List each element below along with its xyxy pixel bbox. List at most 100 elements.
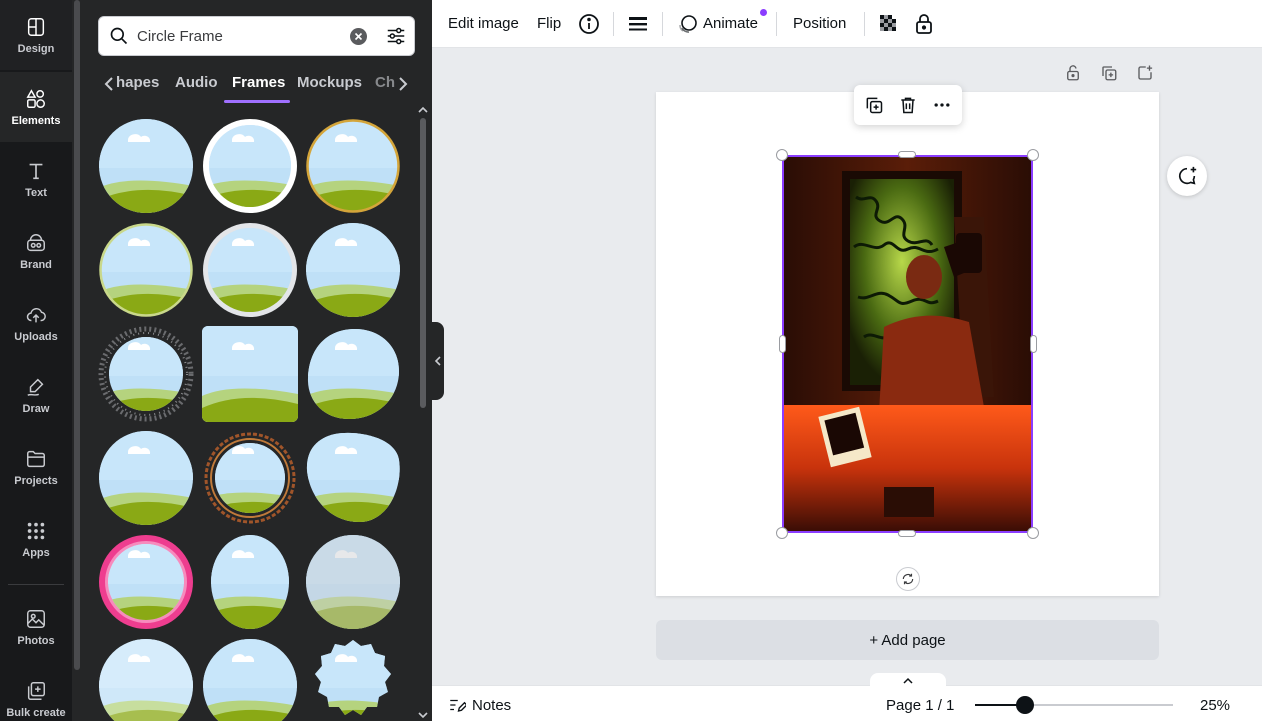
panel-scrollbar[interactable] <box>420 118 426 408</box>
rail-item-projects[interactable]: Projects <box>0 432 72 502</box>
notes-icon[interactable] <box>448 696 466 714</box>
rail-label: Projects <box>14 474 58 487</box>
pen-icon <box>27 378 44 396</box>
frame-scalloped[interactable] <box>305 638 401 721</box>
frame-rounded-square[interactable] <box>202 326 298 422</box>
rail-divider <box>8 584 64 585</box>
resize-handle-left[interactable] <box>779 335 786 353</box>
tab-charts[interactable]: Ch <box>375 74 395 91</box>
frame-circle-plain[interactable] <box>98 118 194 214</box>
selected-photo[interactable] <box>782 155 1033 533</box>
scroll-up-icon[interactable] <box>418 106 428 114</box>
frame-circle-ornate[interactable] <box>202 430 298 526</box>
tab-frames[interactable]: Frames <box>232 74 285 91</box>
add-page-icon[interactable] <box>1136 64 1154 82</box>
rail-item-bulk-create[interactable]: Bulk create <box>0 664 72 721</box>
rail-label: Photos <box>17 634 55 647</box>
frame-circle-floral-wreath[interactable] <box>98 326 194 422</box>
chevron-left-icon <box>434 356 441 366</box>
frame-blob-1[interactable] <box>305 326 401 422</box>
more-options-icon[interactable] <box>932 95 952 115</box>
resize-handle-bottom-left[interactable] <box>776 527 788 539</box>
new-feature-dot <box>760 9 767 16</box>
element-floating-menu <box>854 85 962 125</box>
duplicate-page-icon[interactable] <box>1100 64 1118 82</box>
search-box <box>98 16 415 56</box>
rail-label: Design <box>17 42 55 55</box>
clear-search-icon[interactable] <box>350 28 367 45</box>
frame-circle-silver-border[interactable] <box>202 222 298 318</box>
rail-item-draw[interactable]: Draw <box>0 360 72 430</box>
rail-item-text[interactable]: Text <box>0 144 72 214</box>
animate-icon[interactable] <box>676 12 700 36</box>
rail-item-uploads[interactable]: Uploads <box>0 288 72 358</box>
add-page-button[interactable]: + Add page <box>656 620 1159 660</box>
toolbar-divider <box>662 12 663 36</box>
frame-circle-gold-border[interactable] <box>305 118 401 214</box>
search-icon <box>110 27 128 45</box>
flip-button[interactable]: Flip <box>537 15 561 32</box>
frame-circle-plain-2[interactable] <box>202 638 298 721</box>
notes-button[interactable]: Notes <box>472 697 511 714</box>
rail-label: Brand <box>20 258 52 271</box>
collapse-panel-handle[interactable] <box>432 322 444 400</box>
brand-icon <box>27 233 45 251</box>
scroll-down-icon[interactable] <box>418 711 428 719</box>
comment-add-icon <box>1178 166 1197 185</box>
duplicate-icon[interactable] <box>864 95 884 115</box>
tab-shapes[interactable]: hapes <box>116 74 159 91</box>
info-icon[interactable] <box>577 12 601 36</box>
resize-handle-top[interactable] <box>898 151 916 158</box>
page-count[interactable]: Page 1 / 1 <box>886 697 954 714</box>
rail-item-elements[interactable]: Elements <box>0 72 72 142</box>
show-pages-toggle[interactable] <box>870 673 946 687</box>
frame-circle-faded[interactable] <box>98 638 194 721</box>
chevron-up-icon <box>903 677 913 684</box>
image-icon <box>27 609 45 628</box>
rail-label: Uploads <box>14 330 58 343</box>
position-button[interactable]: Position <box>793 15 846 32</box>
active-tab-indicator <box>224 100 290 103</box>
rotate-icon <box>902 573 914 585</box>
zoom-slider[interactable] <box>975 696 1173 714</box>
elements-icon <box>26 88 45 108</box>
edit-image-button[interactable]: Edit image <box>448 15 519 32</box>
zoom-level[interactable]: 25% <box>1200 697 1230 714</box>
bulk-create-icon <box>27 681 45 700</box>
rail-item-brand[interactable]: Brand <box>0 216 72 286</box>
rail-scrollbar[interactable] <box>74 0 80 670</box>
transparency-icon[interactable] <box>877 12 901 36</box>
chevron-left-icon[interactable] <box>102 75 116 93</box>
rotate-handle[interactable] <box>896 567 920 591</box>
rail-item-design[interactable]: Design <box>0 0 72 70</box>
frame-circle-white-border[interactable] <box>202 118 298 214</box>
resize-handle-bottom[interactable] <box>898 530 916 537</box>
filter-sliders-icon[interactable] <box>385 25 407 47</box>
frame-blob-2[interactable] <box>305 430 401 526</box>
search-input[interactable] <box>137 25 347 47</box>
add-comment-button[interactable] <box>1167 156 1207 196</box>
tab-mockups[interactable]: Mockups <box>297 74 362 91</box>
toolbar-divider <box>864 12 865 36</box>
resize-handle-bottom-right[interactable] <box>1027 527 1039 539</box>
frame-oval[interactable] <box>202 534 298 630</box>
trash-icon[interactable] <box>898 95 918 115</box>
resize-handle-top-right[interactable] <box>1027 149 1039 161</box>
animate-button[interactable]: Animate <box>703 15 758 32</box>
rail-item-apps[interactable]: Apps <box>0 504 72 574</box>
lock-icon[interactable] <box>912 12 936 36</box>
resize-handle-right[interactable] <box>1030 335 1037 353</box>
resize-handle-top-left[interactable] <box>776 149 788 161</box>
frame-circle-basic[interactable] <box>98 430 194 526</box>
bottom-bar: Notes Page 1 / 1 25% <box>432 673 1262 721</box>
chevron-right-icon[interactable] <box>396 75 410 93</box>
frame-circle-soft[interactable] <box>305 222 401 318</box>
frame-circle-green-ring[interactable] <box>98 222 194 318</box>
frame-circle-textured[interactable] <box>305 534 401 630</box>
zoom-slider-knob[interactable] <box>1016 696 1034 714</box>
frame-circle-pink-ring[interactable] <box>98 534 194 630</box>
unlock-page-icon[interactable] <box>1064 64 1082 82</box>
tab-audio[interactable]: Audio <box>175 74 218 91</box>
rail-item-photos[interactable]: Photos <box>0 592 72 662</box>
border-style-icon[interactable] <box>626 12 650 36</box>
